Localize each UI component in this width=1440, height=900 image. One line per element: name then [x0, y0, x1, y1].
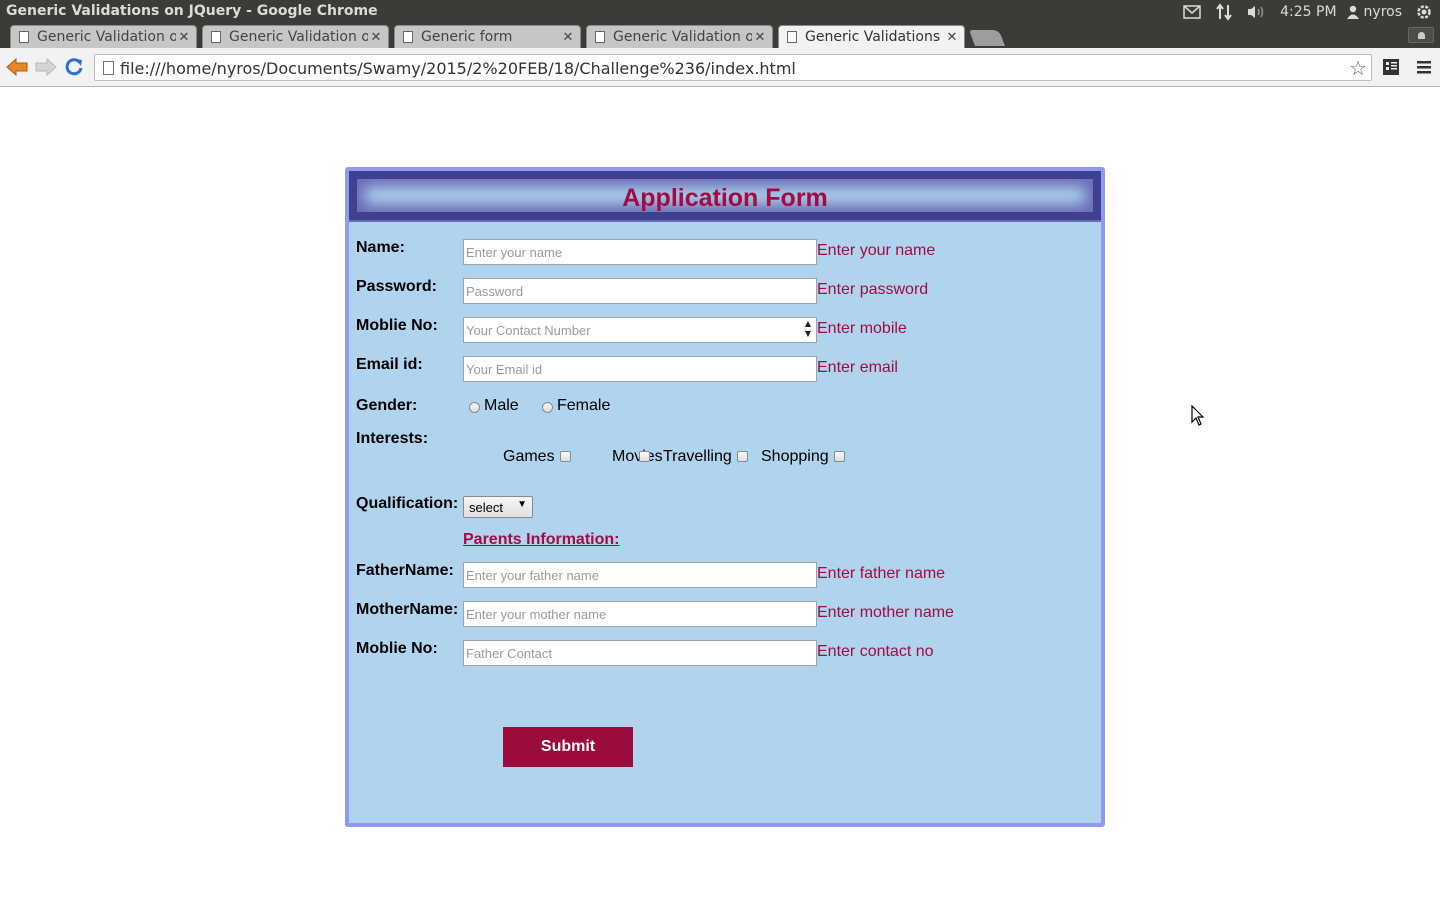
user-menu[interactable]: nyros — [1346, 4, 1402, 20]
tab-title: Generic Validations — [805, 29, 941, 45]
mobile-label: Moblie No: — [356, 317, 438, 334]
user-icon — [1346, 5, 1359, 19]
browser-toolbar: file:///home/nyros/Documents/Swamy/2015/… — [0, 48, 1440, 87]
close-icon[interactable]: ✕ — [368, 30, 384, 45]
father-name-hint: Enter father name — [817, 565, 946, 582]
father-name-label: FatherName: — [356, 562, 454, 579]
power-gear-icon[interactable] — [1413, 2, 1435, 22]
interest-games-checkbox[interactable] — [560, 451, 571, 462]
reload-button[interactable] — [62, 56, 86, 78]
application-form: Application Form Name: Enter your name P… — [345, 167, 1105, 827]
mouse-cursor-icon — [1191, 405, 1205, 426]
browser-tab[interactable]: Generic form ✕ — [394, 25, 581, 48]
email-label: Email id: — [356, 356, 423, 373]
tab-title: Generic form — [421, 29, 513, 45]
os-top-bar: Generic Validations on JQuery - Google C… — [0, 0, 1440, 24]
url-text[interactable]: file:///home/nyros/Documents/Swamy/2015/… — [120, 59, 796, 78]
browser-tab[interactable]: Generic Validation o ✕ — [202, 25, 389, 48]
gender-male-radio[interactable] — [469, 402, 480, 413]
gender-female-radio[interactable] — [542, 402, 553, 413]
forward-arrow-icon — [35, 58, 57, 76]
page-icon — [103, 61, 114, 75]
email-hint: Enter email — [817, 359, 898, 376]
interest-games-text: Games — [503, 448, 555, 465]
page-icon — [787, 31, 797, 43]
address-bar[interactable]: file:///home/nyros/Documents/Swamy/2015/… — [94, 54, 1372, 81]
chrome-menu-button[interactable] — [1414, 57, 1436, 77]
tab-overflow-menu-button[interactable] — [1408, 27, 1434, 43]
name-label: Name: — [356, 239, 405, 256]
bookmark-star-icon[interactable]: ☆ — [1349, 56, 1367, 80]
parents-information-heading: Parents Information: — [463, 531, 620, 548]
new-tab-button[interactable] — [969, 30, 1005, 46]
network-icon[interactable] — [1213, 2, 1235, 22]
qualification-label: Qualification: — [356, 495, 459, 512]
back-button[interactable] — [5, 56, 29, 78]
name-input[interactable] — [463, 239, 817, 265]
page-icon — [211, 31, 221, 43]
user-name: nyros — [1363, 4, 1402, 20]
parent-mobile-hint: Enter contact no — [817, 643, 934, 660]
mother-name-label: MotherName: — [356, 601, 459, 618]
father-name-input[interactable] — [463, 562, 817, 588]
close-icon[interactable]: ✕ — [752, 30, 768, 45]
gender-label: Gender: — [356, 397, 418, 414]
reload-icon — [65, 58, 83, 76]
qualification-select[interactable]: select ▼ — [463, 496, 533, 518]
parent-mobile-input[interactable] — [463, 640, 817, 666]
browser-tab[interactable]: Generic Validation o ✕ — [586, 25, 773, 48]
extension-button[interactable] — [1381, 57, 1403, 77]
window-title: Generic Validations on JQuery - Google C… — [6, 3, 378, 19]
close-icon[interactable]: ✕ — [944, 30, 960, 45]
parent-mobile-label: Moblie No: — [356, 640, 438, 657]
mother-name-hint: Enter mother name — [817, 604, 954, 621]
email-input[interactable] — [463, 356, 817, 382]
page-icon — [403, 31, 413, 43]
tab-title: Generic Validation o — [613, 29, 752, 45]
close-icon[interactable]: ✕ — [176, 30, 192, 45]
interest-shopping-checkbox[interactable] — [834, 451, 845, 462]
interest-shopping-text: Shopping — [761, 448, 829, 465]
interest-movies-checkbox[interactable] — [639, 451, 650, 462]
page-icon — [19, 31, 29, 43]
mother-name-input[interactable] — [463, 601, 817, 627]
interest-movies-text: Movies — [612, 448, 663, 465]
number-spinner-icon[interactable]: ▲ ▼ — [801, 319, 815, 341]
interests-label: Interests: — [356, 430, 429, 447]
password-input[interactable] — [463, 278, 817, 304]
mail-icon[interactable] — [1181, 2, 1203, 22]
interest-travelling-text: Travelling — [663, 448, 732, 465]
password-hint: Enter password — [817, 281, 929, 298]
browser-tab-active[interactable]: Generic Validations ✕ — [778, 25, 965, 48]
tab-title: Generic Validation o — [229, 29, 368, 45]
interest-travelling-checkbox[interactable] — [737, 451, 748, 462]
password-label: Password: — [356, 278, 437, 295]
close-icon[interactable]: ✕ — [560, 30, 576, 45]
forward-button[interactable] — [34, 56, 58, 78]
mobile-input[interactable] — [463, 317, 817, 343]
name-hint: Enter your name — [817, 242, 936, 259]
back-arrow-icon — [6, 58, 28, 76]
form-header: Application Form — [349, 171, 1101, 222]
volume-icon[interactable] — [1245, 2, 1267, 22]
extension-icon — [1383, 59, 1399, 75]
hamburger-menu-icon — [1417, 61, 1431, 74]
browser-tab[interactable]: Generic Validation o ✕ — [10, 25, 197, 48]
system-tray: 4:25 PM nyros — [1176, 0, 1440, 24]
mobile-hint: Enter mobile — [817, 320, 907, 337]
dropdown-arrow-icon: ▼ — [517, 499, 527, 510]
clock[interactable]: 4:25 PM — [1280, 4, 1336, 20]
form-title: Application Form — [622, 184, 828, 212]
page-icon — [595, 31, 605, 43]
tab-strip: Generic Validation o ✕ Generic Validatio… — [0, 24, 1440, 48]
gender-male-text: Male — [484, 397, 519, 414]
qualification-selected-value: select — [469, 500, 503, 515]
submit-button[interactable]: Submit — [503, 727, 633, 767]
gender-female-text: Female — [557, 397, 611, 414]
tab-title: Generic Validation o — [37, 29, 176, 45]
